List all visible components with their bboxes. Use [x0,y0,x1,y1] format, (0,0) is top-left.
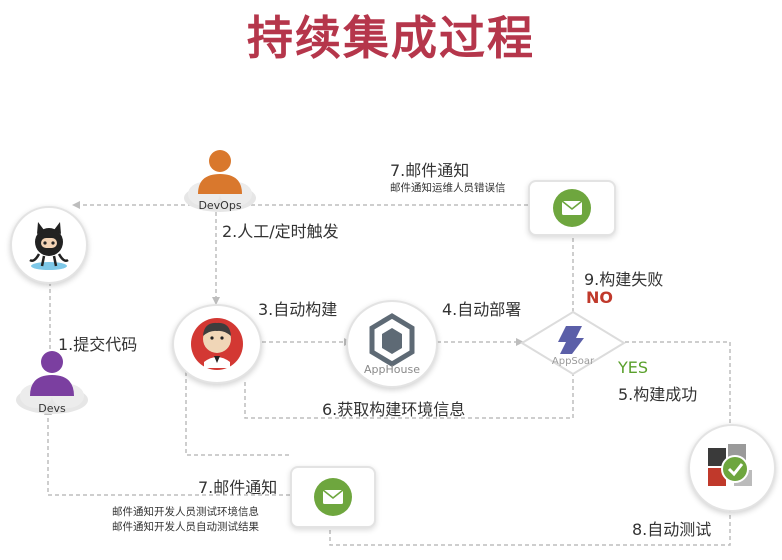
decision-no-label: NO [586,288,613,307]
step-8-auto-test-label: 8.自动测试 [632,520,712,539]
step-7-mail-devs-label: 7.邮件通知 [198,478,278,497]
step-7-mail-ops-label: 7.邮件通知 [390,161,470,180]
puzzle-checkmark-icon [708,444,752,486]
decision-yes-label: YES [618,358,649,377]
devops-label: DevOps [198,199,242,212]
github-octocat-icon [29,222,69,270]
apphouse-label: AppHouse [364,363,420,376]
step-9-fail-label: 9.构建失败 [584,270,664,289]
mail-devs-node [290,466,376,528]
step-4-deploy-label: 4.自动部署 [442,300,522,319]
devs-label: Devs [38,402,66,415]
mail-ops-node [528,180,616,236]
jenkins-node [172,304,262,384]
step-7-mail-ops-subtext: 邮件通知运维人员错误信 [390,182,506,194]
mail-envelope-icon [553,189,591,227]
github-node [10,206,88,284]
apphouse-node: AppHouse [346,300,438,388]
step-7-mail-devs-subtext-1: 邮件通知开发人员测试环境信息 [112,506,259,518]
devops-node: DevOps [180,148,260,218]
step-5-success-label: 5.构建成功 [618,385,698,404]
step-6-env-info-label: 6.获取构建环境信息 [322,400,466,419]
step-7-mail-devs-subtext-2: 邮件通知开发人员自动测试结果 [112,521,259,533]
flow-connectors [44,201,734,546]
devs-node: Devs [12,348,92,418]
step-3-build-label: 3.自动构建 [258,300,338,319]
jenkins-butler-icon [191,318,243,370]
connector-jenkins-to-mail [185,372,290,456]
mail-envelope-icon [314,478,352,516]
appsoar-label: AppSoar [551,356,595,367]
step-2-trigger-label: 2.人工/定时触发 [222,222,339,241]
auto-test-node [688,424,776,512]
step-1-commit-label: 1.提交代码 [58,335,138,354]
appsoar-decision-node: AppSoar [520,310,626,376]
